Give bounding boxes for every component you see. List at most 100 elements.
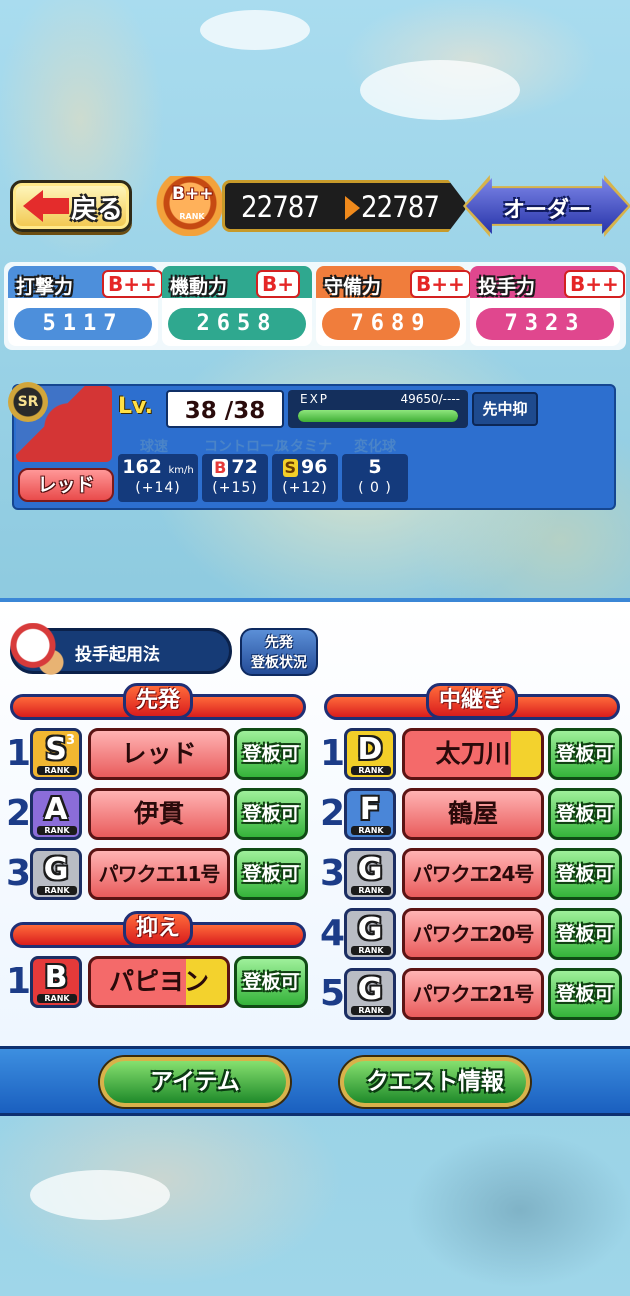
stat-batting: 打撃力 B++ 5117	[8, 266, 163, 346]
ability-breaking-ball: 5 ( 0 )	[342, 454, 408, 502]
ability-control: B 72 (+15)	[202, 454, 268, 502]
ability-head-breaking: 変化球	[354, 439, 396, 455]
pitcher-name-button[interactable]: パワクエ21号	[402, 968, 544, 1020]
ability-main: S 96	[272, 456, 338, 478]
order-button[interactable]: オーダー	[463, 175, 630, 237]
available-badge[interactable]: 登板可	[234, 956, 308, 1008]
starter-slot: 2 A RANK 伊貫 登板可	[6, 786, 308, 842]
slot-number: 3	[6, 853, 32, 894]
item-button[interactable]: アイテム	[100, 1057, 290, 1107]
rank-badge: B RANK	[30, 956, 82, 1008]
rank-sub-label: RANK	[351, 826, 391, 835]
power-after: 22787	[361, 190, 440, 224]
stat-defense: 守備力 B++ 7689	[316, 266, 471, 346]
rank-badge: G RANK	[344, 968, 396, 1020]
back-button[interactable]: 戻る	[10, 180, 132, 232]
rank-sub-label: RANK	[351, 766, 391, 775]
reliever-slot: 1 D RANK 太刀川 登板可	[320, 726, 622, 782]
available-badge[interactable]: 登板可	[548, 968, 622, 1020]
player-card[interactable]: SR Lv. 38 /38 EXP 49650/---- 先中抑 レッド 球速 …	[8, 382, 616, 510]
slot-number: 5	[320, 973, 346, 1014]
ability-head-stamina: スタミナ	[276, 439, 332, 455]
back-arrow-icon	[23, 190, 69, 222]
pitcher-name-button[interactable]: パワクエ24号	[402, 848, 544, 900]
rank-letter: A	[44, 792, 68, 827]
section-title: 先発	[122, 683, 194, 719]
pitcher-name-button[interactable]: 伊貫	[88, 788, 230, 840]
rank-badge: G RANK	[344, 848, 396, 900]
team-rank-grade: B++	[172, 184, 214, 204]
stat-grade: B++	[410, 270, 471, 298]
rank-badge: G RANK	[344, 908, 396, 960]
available-badge[interactable]: 登板可	[234, 848, 308, 900]
rank-sub-label: RANK	[351, 886, 391, 895]
stat-value: 5117	[14, 308, 152, 340]
stat-label: 投手力	[478, 276, 536, 298]
section-title: 抑え	[122, 911, 194, 947]
rank-letter: G	[357, 912, 383, 947]
player-mascot-icon	[9, 623, 69, 679]
slot-number: 2	[320, 793, 346, 834]
stat-pitching: 投手力 B++ 7323	[470, 266, 625, 346]
status-label-line1: 先発	[265, 635, 293, 651]
stat-label: 守備力	[324, 276, 382, 298]
ability-unit: km/h	[168, 465, 194, 476]
rank-sub-label: RANK	[351, 946, 391, 955]
starter-slot: 1 S 3 RANK レッド 登板可	[6, 726, 308, 782]
available-badge[interactable]: 登板可	[548, 788, 622, 840]
ability-main: 5	[342, 456, 408, 478]
ability-stamina: S 96 (+12)	[272, 454, 338, 502]
pitcher-usage-label: 投手起用法	[75, 645, 160, 665]
slot-number: 1	[6, 961, 32, 1002]
team-stats-panel: 打撃力 B++ 5117 機動力 B+ 2658 守備力 B++ 7689 投手…	[4, 262, 626, 350]
team-rank-badge: B++ RANK	[148, 176, 232, 236]
ability-bonus: (+12)	[282, 480, 328, 496]
reliever-slot: 2 F RANK 鶴屋 登板可	[320, 786, 622, 842]
rank-letter: G	[43, 852, 69, 887]
available-badge[interactable]: 登板可	[548, 848, 622, 900]
rank-badge: F RANK	[344, 788, 396, 840]
back-button-label: 戻る	[71, 195, 124, 225]
available-badge[interactable]: 登板可	[234, 788, 308, 840]
reliever-slot: 3 G RANK パワクエ24号 登板可	[320, 846, 622, 902]
rank-badge: D RANK	[344, 728, 396, 780]
level-value: 38 /38	[166, 390, 284, 428]
exp-value: 49650/----	[400, 392, 460, 406]
cloud	[200, 10, 310, 50]
exp-panel: EXP 49650/----	[288, 390, 468, 428]
pitcher-name-button[interactable]: レッド	[88, 728, 230, 780]
ability-value: 96	[301, 456, 328, 478]
pitcher-name-button[interactable]: 太刀川	[402, 728, 544, 780]
ability-grade: B	[212, 458, 229, 477]
player-name-plate: レッド	[18, 468, 114, 502]
rank-letter: D	[357, 732, 383, 767]
pitcher-name-button[interactable]: 鶴屋	[402, 788, 544, 840]
available-badge[interactable]: 登板可	[548, 728, 622, 780]
reliever-slot: 4 G RANK パワクエ20号 登板可	[320, 906, 622, 962]
slot-number: 1	[6, 733, 32, 774]
stat-label: 打撃力	[16, 276, 74, 298]
available-badge[interactable]: 登板可	[548, 908, 622, 960]
pitcher-name-button[interactable]: パワクエ20号	[402, 908, 544, 960]
ability-bonus: ( 0 )	[358, 480, 392, 496]
section-starters: 先発	[10, 683, 306, 720]
quest-info-button[interactable]: クエスト情報	[340, 1057, 530, 1107]
starter-status-button[interactable]: 先発 登板状況	[240, 628, 318, 676]
pitcher-name-button[interactable]: パピヨン	[88, 956, 230, 1008]
starter-slot: 3 G RANK パワクエ11号 登板可	[6, 846, 308, 902]
pitcher-usage-button[interactable]: 投手起用法	[9, 623, 232, 679]
rarity-icon: SR	[8, 382, 48, 422]
ability-main: 162 km/h	[118, 456, 198, 478]
cloud	[30, 1170, 170, 1220]
ability-main: B 72	[202, 456, 268, 478]
slot-number: 4	[320, 913, 346, 954]
available-badge[interactable]: 登板可	[234, 728, 308, 780]
action-bar: アイテム クエスト情報	[0, 1046, 630, 1116]
status-label-line2: 登板状況	[251, 655, 307, 671]
rank-badge: G RANK	[30, 848, 82, 900]
rank-sub-label: RANK	[37, 994, 77, 1003]
pitcher-name-button[interactable]: パワクエ11号	[88, 848, 230, 900]
level-label: Lv.	[118, 394, 153, 419]
rank-level: 3	[65, 733, 75, 748]
ability-grade: S	[282, 458, 299, 477]
